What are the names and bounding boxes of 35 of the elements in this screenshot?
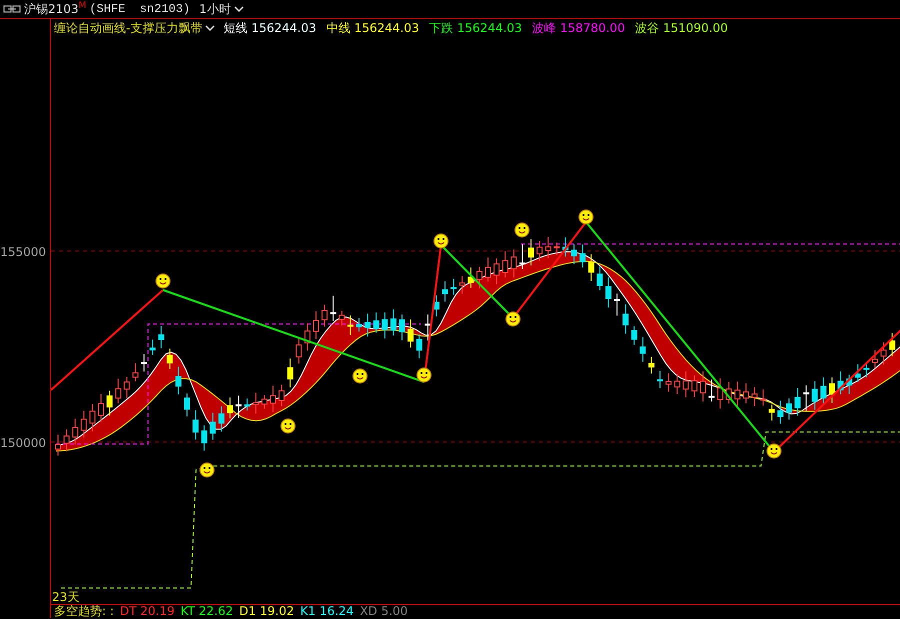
- legend-label: 中线: [326, 20, 350, 37]
- indicator-value: XD 5.00: [360, 605, 408, 618]
- indicator-name[interactable]: 缠论自动画线-支撑压力飘带: [54, 19, 202, 37]
- indicator-value: KT 22.62: [180, 605, 234, 618]
- legend-value: 156244.03: [251, 20, 316, 37]
- indicator-name[interactable]: 多空趋势: :: [54, 605, 114, 618]
- legend-value: 158780.00: [560, 20, 625, 37]
- days-label: 23天: [52, 591, 80, 604]
- axis-tick-label: 150000: [0, 435, 46, 452]
- exchange-code: (SHFE sn2103): [89, 1, 190, 18]
- smiley-icon: [434, 234, 448, 248]
- smiley-icon: [514, 222, 530, 238]
- period-selector[interactable]: 1小时: [199, 0, 231, 18]
- link-icon[interactable]: [3, 5, 21, 13]
- smiley-icon: [578, 210, 594, 224]
- smiley-icon: [352, 368, 368, 384]
- smiley-icon: [156, 274, 170, 288]
- indicator-value: DT 20.19: [120, 605, 175, 618]
- legend-label: 波谷: [634, 20, 659, 37]
- axis-tick-label: 155000: [0, 244, 46, 261]
- caret-icon[interactable]: [205, 24, 216, 32]
- caret-icon[interactable]: [234, 6, 244, 12]
- smiley-icon: [506, 312, 520, 326]
- smiley-icon: [200, 462, 214, 478]
- smiley-icon: [416, 368, 432, 382]
- smiley-icon: [766, 444, 782, 458]
- indicator-value: K1 16.24: [300, 605, 354, 618]
- legend-value: 151090.00: [662, 20, 728, 37]
- smiley-icon: [280, 418, 296, 434]
- legend-label: 短线: [223, 20, 248, 37]
- legend-value: 156244.03: [457, 20, 522, 37]
- legend-value: 156244.03: [354, 20, 420, 37]
- indicator-value: D1 19.02: [239, 605, 294, 618]
- legend-label: 下跌: [429, 20, 454, 37]
- legend-label: 波峰: [532, 20, 556, 37]
